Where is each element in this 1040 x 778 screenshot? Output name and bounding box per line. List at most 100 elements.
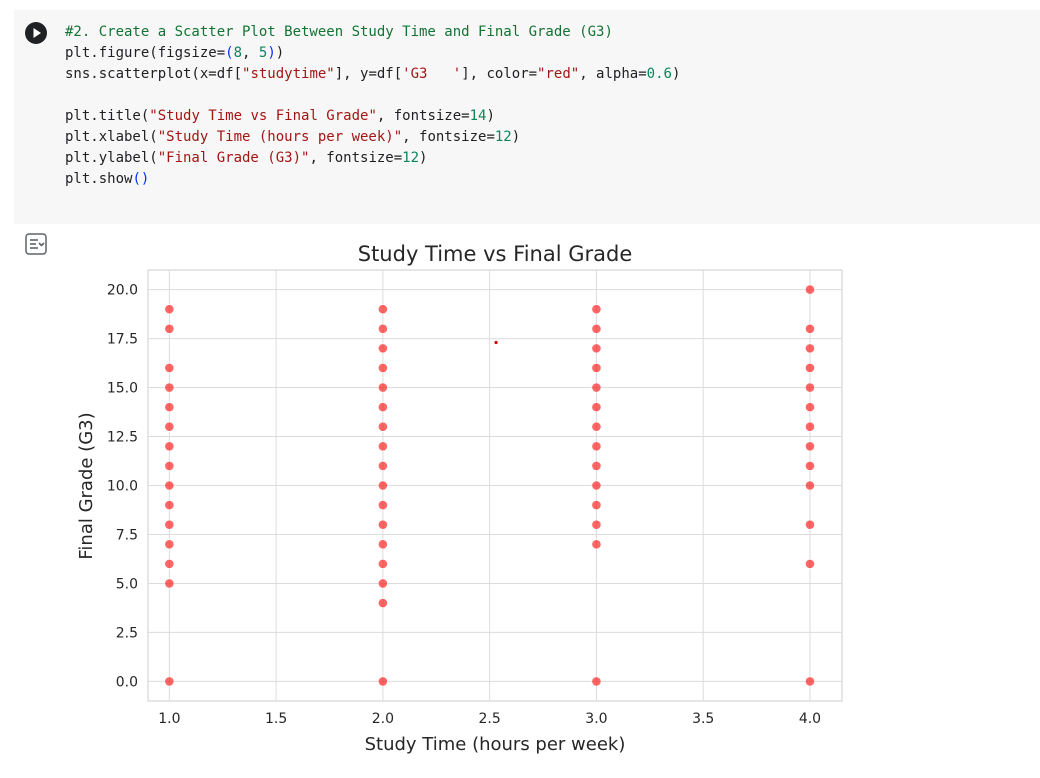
scatter-point — [591, 519, 602, 530]
scatter-point — [591, 676, 602, 687]
code-token: "red" — [537, 66, 580, 82]
scatter-point — [377, 323, 388, 334]
y-tick-label: 7.5 — [116, 527, 138, 543]
y-tick-label: 15.0 — [107, 381, 138, 397]
code-token: , fontsize= — [309, 150, 403, 166]
code-line: plt.ylabel("Final Grade (G3)", fontsize=… — [65, 148, 680, 169]
code-token: , fontsize= — [376, 108, 470, 124]
scatter-point — [805, 480, 815, 491]
x-tick-label: 1.5 — [265, 711, 287, 727]
scatter-point — [805, 323, 815, 334]
scatter-point — [591, 500, 602, 510]
scatter-point — [377, 363, 388, 373]
scatter-point — [164, 480, 175, 491]
scatter-point — [377, 500, 388, 510]
code-token: ], color= — [461, 66, 538, 82]
code-token: ) — [671, 66, 681, 82]
scatter-point — [164, 402, 175, 413]
code-token: 14 — [469, 108, 487, 124]
y-tick-label: 17.5 — [107, 332, 138, 348]
scatter-point — [805, 343, 815, 354]
code-token: plt.figure(figsize= — [65, 45, 226, 61]
scatter-point — [164, 421, 175, 432]
scatter-point — [377, 598, 388, 608]
code-token: 8 — [233, 45, 243, 61]
x-tick-label: 3.5 — [692, 711, 714, 727]
scatter-point — [591, 343, 602, 354]
code-token: "studytime" — [242, 66, 335, 82]
scatter-point — [377, 558, 388, 569]
code-token: 12 — [494, 129, 512, 145]
code-line: plt.show() — [65, 169, 680, 190]
code-line: plt.xlabel("Study Time (hours per week)"… — [65, 127, 680, 148]
scatter-point — [377, 519, 388, 530]
code-editor[interactable]: #2. Create a Scatter Plot Between Study … — [65, 22, 680, 190]
chart-title: Study Time vs Final Grade — [358, 242, 633, 266]
code-token: , alpha= — [579, 66, 647, 82]
x-tick-labels: 1.0 1.5 2.0 2.5 3.0 3.5 4.0 — [158, 711, 821, 727]
code-token: ) — [275, 45, 285, 61]
scatter-point — [805, 363, 815, 373]
code-token: plt.title( — [65, 108, 150, 124]
scatter-point — [377, 382, 388, 393]
y-tick-label: 12.5 — [107, 430, 138, 446]
scatter-point — [591, 304, 602, 315]
code-token: , fontsize= — [402, 129, 495, 145]
code-token: "Final Grade (G3)" — [157, 150, 310, 166]
scatter-point — [805, 519, 815, 530]
x-tick-label: 2.5 — [479, 711, 501, 727]
code-token: plt.show — [65, 171, 133, 187]
scatter-point — [377, 343, 388, 354]
code-token: , — [242, 45, 259, 61]
x-axis-label: Study Time (hours per week) — [365, 734, 626, 755]
scatter-point — [591, 402, 602, 413]
code-token: ) — [267, 45, 276, 61]
code-line: sns.scatterplot(x=df["studytime"], y=df[… — [65, 64, 680, 85]
y-tick-label: 10.0 — [107, 479, 138, 495]
code-token: #2. Create a Scatter Plot Between Study … — [65, 24, 613, 40]
scatter-point — [591, 363, 602, 373]
y-tick-label: 5.0 — [116, 576, 138, 592]
scatter-point — [591, 461, 602, 471]
run-cell-button[interactable] — [25, 22, 47, 44]
scatter-point — [805, 558, 815, 569]
scatter-point — [377, 480, 388, 491]
scatter-point — [377, 402, 388, 413]
scatter-point — [377, 539, 388, 550]
scatter-point — [805, 421, 815, 432]
scatter-point — [805, 441, 815, 452]
scatter-point — [164, 363, 175, 373]
y-tick-label: 20.0 — [107, 283, 138, 299]
code-token: ) — [486, 108, 495, 124]
scatter-point — [591, 539, 602, 550]
scatter-point — [377, 421, 388, 432]
x-tick-label: 4.0 — [799, 711, 821, 727]
code-token: "Study Time (hours per week)" — [157, 129, 403, 145]
code-token: 12 — [402, 150, 420, 166]
scatter-point — [164, 304, 175, 315]
scatter-point — [164, 539, 175, 550]
scatter-point — [164, 461, 175, 471]
x-tick-label: 3.0 — [585, 711, 607, 727]
code-token: ) — [511, 129, 521, 145]
code-token: ], y=df[ — [334, 66, 403, 82]
scatter-point — [805, 461, 815, 471]
stray-marker — [494, 340, 498, 345]
code-token: 'G3 ' — [402, 66, 462, 82]
top-strip — [0, 0, 1040, 10]
scatter-point — [164, 382, 175, 393]
scatter-point — [591, 421, 602, 432]
y-tick-label: 0.0 — [116, 674, 138, 690]
scatter-point — [805, 676, 815, 687]
scatter-point — [591, 480, 602, 491]
play-icon — [33, 28, 41, 38]
code-line: #2. Create a Scatter Plot Between Study … — [65, 22, 680, 43]
scatter-point — [164, 500, 175, 510]
scatter-point — [164, 558, 175, 569]
scatter-point — [164, 519, 175, 530]
y-tick-label: 2.5 — [116, 625, 138, 641]
y-axis-label: Final Grade (G3) — [76, 412, 97, 559]
scatter-point — [164, 323, 175, 334]
scatter-point — [377, 304, 388, 315]
code-token: 0.6 — [646, 66, 672, 82]
